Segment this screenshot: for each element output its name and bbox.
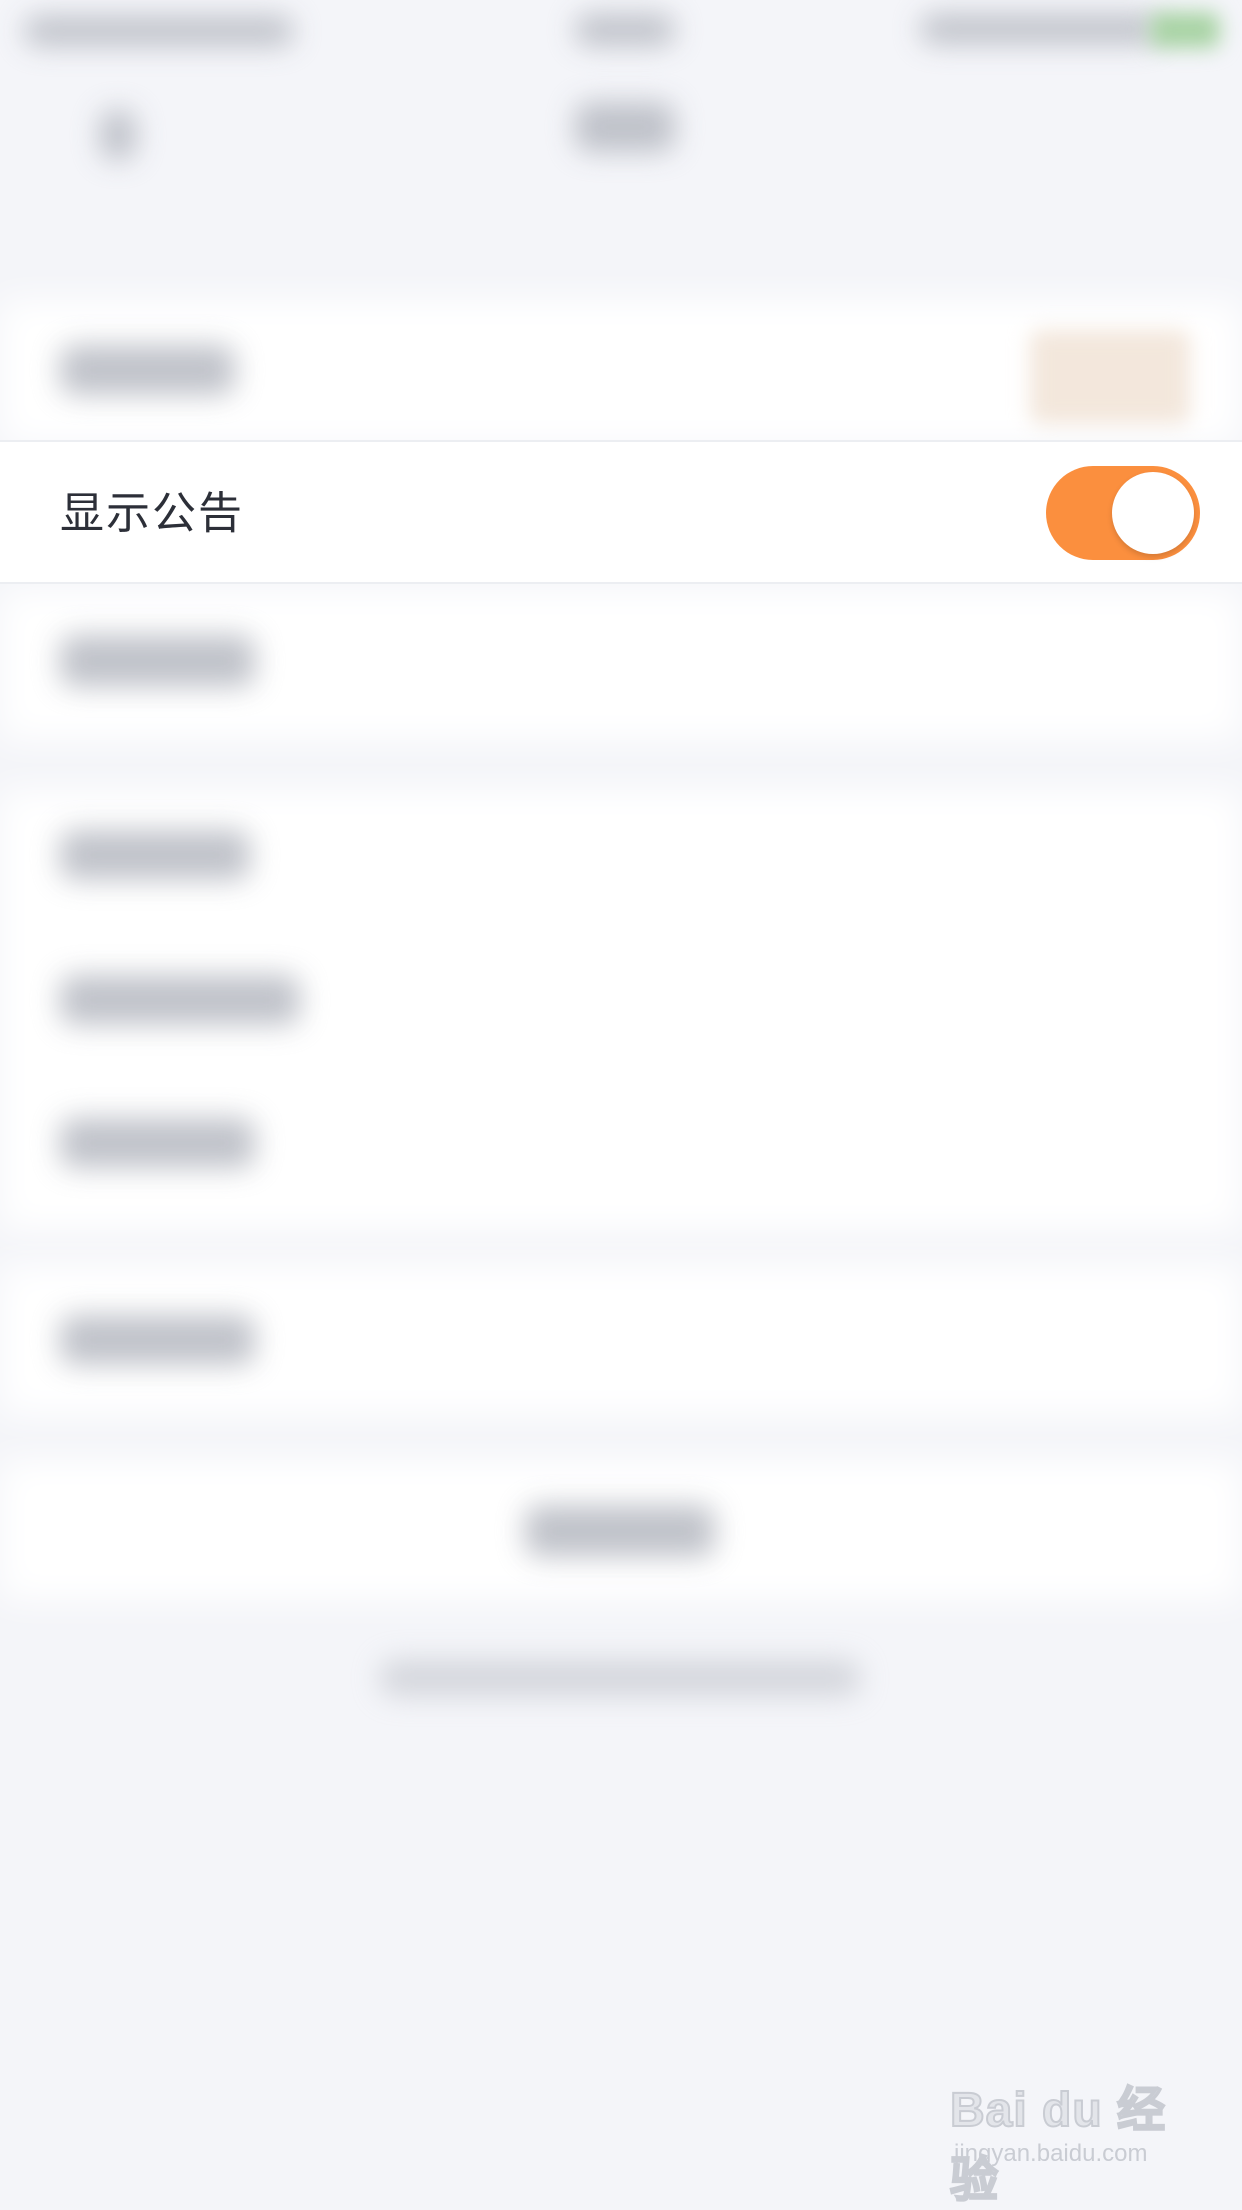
announcement-label: 显示公告 <box>60 488 244 539</box>
announcement-setting-row: 显示公告 <box>0 440 1242 584</box>
logout-button-blur <box>525 1505 715 1557</box>
settings-row-7-label-blur <box>60 1315 255 1365</box>
nav-title-blur <box>575 102 675 152</box>
settings-row-3-label-blur <box>60 635 255 687</box>
settings-row-1-label-blur <box>60 345 235 395</box>
toggle-knob <box>1112 472 1194 554</box>
status-indicators-blur <box>920 14 1160 44</box>
settings-row-5-label-blur <box>60 975 300 1025</box>
status-bar <box>0 0 1242 60</box>
nav-bar <box>0 60 1242 190</box>
baidu-jingyan-watermark: Bai du 经验 jingyan.baidu.com <box>949 2070 1190 2208</box>
settings-row-1-toggle-blur <box>1030 330 1190 424</box>
status-carrier-blur <box>24 16 294 46</box>
back-arrow-icon[interactable] <box>100 110 136 160</box>
footer-text-blur <box>380 1660 860 1696</box>
watermark-domain: jingyan.baidu.com <box>954 2140 1148 2167</box>
status-time-blur <box>575 14 675 46</box>
announcement-toggle[interactable] <box>1046 466 1200 560</box>
settings-row-4-label-blur <box>60 830 250 880</box>
battery-icon <box>1150 12 1220 48</box>
settings-row-6-label-blur <box>60 1118 255 1168</box>
